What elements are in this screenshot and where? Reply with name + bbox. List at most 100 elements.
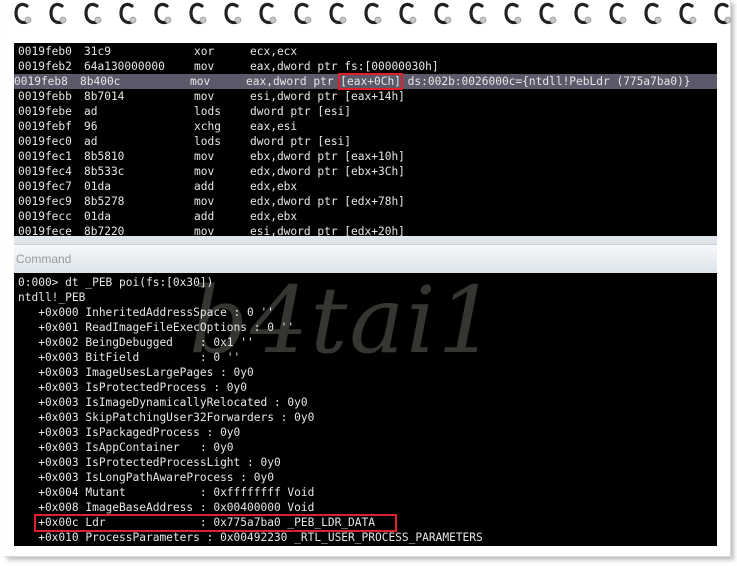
output-line: +0x008 ImageBaseAddress : 0x00400000 Voi… <box>18 501 315 514</box>
disasm-address: 0019feb2 <box>18 60 72 73</box>
disasm-bytes: 01da <box>84 180 111 193</box>
disasm-address: 0019fec0 <box>18 135 72 148</box>
command-prompt-line: 0:000> dt _PEB poi(fs:[0x30]) <box>18 276 214 289</box>
disassembly-window[interactable]: 0019feb0 31c9 xor ecx,ecx 0019feb2 64a1300000… <box>14 43 717 236</box>
binding-ring-icon <box>83 0 103 30</box>
disasm-bytes: 8b7220 <box>84 225 125 236</box>
command-title: Command <box>16 252 72 266</box>
disasm-mnemonic: xchg <box>194 120 221 133</box>
disasm-address: 0019feb0 <box>18 45 72 58</box>
output-line: +0x003 ImageUsesLargePages : 0y0 <box>18 366 254 379</box>
output-line: +0x003 IsLongPathAwareProcess : 0y0 <box>18 471 274 484</box>
disasm-bytes: 64a130000000 <box>84 60 165 73</box>
disasm-bytes: ad <box>84 135 98 148</box>
spiral-binding <box>0 0 737 36</box>
disasm-address: 0019feb8 <box>14 75 68 88</box>
command-output[interactable]: b4tai1 0:000> dt _PEB poi(fs:[0x30]) ntdl… <box>14 273 717 546</box>
binding-ring-icon <box>573 0 593 30</box>
disasm-address: 0019fec9 <box>18 195 72 208</box>
output-line: ntdll!_PEB <box>18 291 86 304</box>
binding-ring-icon <box>398 0 418 30</box>
operand-text: eax,dword ptr <box>246 75 341 88</box>
binding-ring-icon <box>678 0 698 30</box>
output-line: +0x000 InheritedAddressSpace : 0 '' <box>18 306 274 319</box>
binding-ring-icon <box>328 0 348 30</box>
disasm-operands: esi,dword ptr [edx+20h] <box>250 225 405 236</box>
binding-ring-icon <box>433 0 453 30</box>
disasm-mnemonic: add <box>194 210 215 223</box>
disasm-operands: ebx,dword ptr [eax+10h] <box>250 150 405 163</box>
binding-ring-icon <box>713 0 733 30</box>
disasm-bytes: 8b533c <box>84 165 125 178</box>
disasm-mnemonic: mov <box>194 90 215 103</box>
binding-ring-icon <box>538 0 558 30</box>
disasm-operands: esi,dword ptr [eax+14h] <box>250 90 405 103</box>
disasm-address: 0019febb <box>18 90 72 103</box>
disasm-row[interactable]: 0019feb8 8b400c mov eax,dword ptr [eax+0Ch]… <box>14 73 717 90</box>
output-line: +0x010 ProcessParameters : 0x00492230 _R… <box>18 531 483 544</box>
binding-ring-icon <box>118 0 138 30</box>
binding-ring-icon <box>608 0 628 30</box>
output-line: +0x003 IsPackagedProcess : 0y0 <box>18 426 241 439</box>
disasm-bytes: 8b400c <box>80 75 121 88</box>
output-line: +0x003 BitField : 0 '' <box>18 351 241 364</box>
disasm-address: 0019febf <box>18 120 72 133</box>
command-titlebar: Command <box>14 244 717 274</box>
output-line: +0x003 IsProtectedProcessLight : 0y0 <box>18 456 281 469</box>
disasm-mnemonic: mov <box>194 150 215 163</box>
disasm-mnemonic: mov <box>194 195 215 208</box>
binding-ring-icon <box>223 0 243 30</box>
disasm-operands: dword ptr [esi] <box>250 135 352 148</box>
output-line: +0x004 Mutant : 0xffffffff Void <box>18 486 315 499</box>
disasm-operands: edx,dword ptr [ebx+3Ch] <box>250 165 405 178</box>
output-line: +0x00c Ldr : 0x775a7ba0 _PEB_LDR_DATA <box>18 516 375 529</box>
disasm-bytes: 96 <box>84 120 98 133</box>
disasm-address: 0019fec4 <box>18 165 72 178</box>
disasm-operands: edx,dword ptr [edx+78h] <box>250 195 405 208</box>
output-line: +0x002 BeingDebugged : 0x1 '' <box>18 336 254 349</box>
binding-ring-icon <box>503 0 523 30</box>
disasm-address: 0019fece <box>18 225 72 236</box>
disasm-mnemonic: mov <box>194 60 215 73</box>
disasm-mnemonic: lods <box>194 105 221 118</box>
output-line: +0x003 IsAppContainer : 0y0 <box>18 441 234 454</box>
disasm-address: 0019febe <box>18 105 72 118</box>
disasm-mnemonic: lods <box>194 135 221 148</box>
disasm-mnemonic: add <box>194 180 215 193</box>
binding-ring-icon <box>13 0 33 30</box>
disasm-bytes: 01da <box>84 210 111 223</box>
binding-ring-icon <box>188 0 208 30</box>
disasm-operands: eax,esi <box>250 120 298 133</box>
disasm-mnemonic: mov <box>194 225 215 236</box>
output-line: +0x001 ReadImageFileExecOptions : 0 '' <box>18 321 295 334</box>
disasm-operands: edx,ebx <box>250 180 298 193</box>
disasm-operands: edx,ebx <box>250 210 298 223</box>
disasm-bytes: ad <box>84 105 98 118</box>
binding-ring-icon <box>48 0 68 30</box>
binding-ring-icon <box>363 0 383 30</box>
binding-ring-icon <box>643 0 663 30</box>
output-line: +0x003 SkipPatchingUser32Forwarders : 0y… <box>18 411 315 424</box>
output-line: +0x003 IsProtectedProcess : 0y0 <box>18 381 248 394</box>
panel-splitter[interactable] <box>14 236 717 244</box>
disasm-operands: eax,dword ptr fs:[00000030h] <box>250 60 439 73</box>
binding-ring-icon <box>258 0 278 30</box>
operand-annotation: ds:002b:0026000c={ntdll!PebLdr (775a7ba0… <box>400 75 691 88</box>
disasm-operands: dword ptr [esi] <box>250 105 352 118</box>
binding-ring-icon <box>468 0 488 30</box>
binding-ring-icon <box>153 0 173 30</box>
disasm-bytes: 8b7014 <box>84 90 125 103</box>
binding-ring-icon <box>293 0 313 30</box>
disasm-operands: ecx,ecx <box>250 45 298 58</box>
disasm-operands: eax,dword ptr [eax+0Ch] ds:002b:0026000c… <box>246 73 691 90</box>
disasm-address: 0019fec7 <box>18 180 72 193</box>
disasm-bytes: 8b5810 <box>84 150 125 163</box>
disasm-address: 0019fecc <box>18 210 72 223</box>
disasm-bytes: 8b5278 <box>84 195 125 208</box>
peb-offset-highlight: [eax+0Ch] <box>338 73 403 90</box>
disasm-mnemonic: mov <box>190 75 211 88</box>
output-line: +0x003 IsImageDynamicallyRelocated : 0y0 <box>18 396 308 409</box>
disasm-address: 0019fec1 <box>18 150 72 163</box>
disasm-mnemonic: mov <box>194 165 215 178</box>
disasm-bytes: 31c9 <box>84 45 111 58</box>
